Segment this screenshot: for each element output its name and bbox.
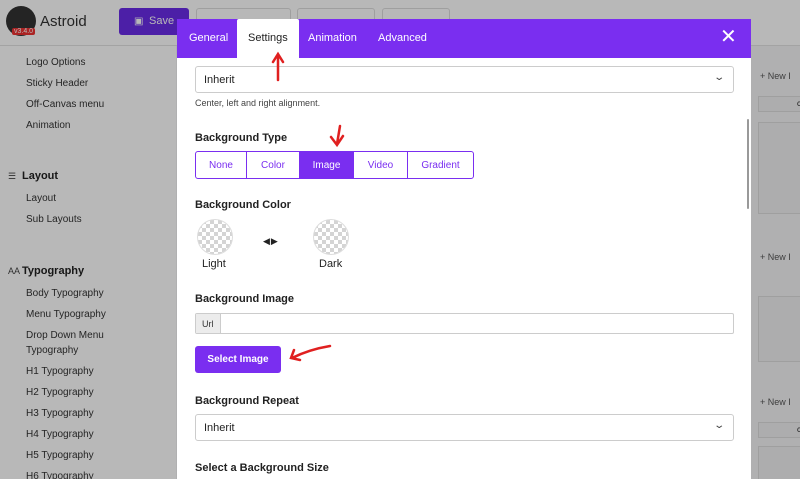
url-prefix: Url [196, 314, 221, 333]
bg-type-none[interactable]: None [196, 152, 247, 178]
bg-type-color[interactable]: Color [247, 152, 300, 178]
alignment-help: Center, left and right alignment. [195, 98, 321, 108]
light-label: Light [202, 258, 226, 270]
background-color-label: Background Color [195, 199, 291, 211]
background-repeat-select[interactable]: Inherit ⌄ [195, 414, 734, 441]
tab-general[interactable]: General [189, 32, 228, 44]
tab-settings[interactable]: Settings [237, 19, 299, 58]
background-image-label: Background Image [195, 293, 295, 305]
settings-modal: General Settings Animation Advanced ✕ In… [177, 19, 751, 479]
tab-animation[interactable]: Animation [308, 32, 357, 44]
swap-colors-icon[interactable]: ◀▶ [263, 236, 279, 247]
light-color-swatch[interactable] [197, 219, 233, 255]
background-image-url-field[interactable]: Url [195, 313, 734, 334]
bg-type-video[interactable]: Video [354, 152, 408, 178]
chevron-down-icon: ⌄ [712, 420, 725, 431]
background-repeat-value: Inherit [204, 422, 235, 434]
background-type-toggle: None Color Image Video Gradient [195, 151, 474, 179]
select-image-button[interactable]: Select Image [195, 346, 281, 373]
dark-label: Dark [319, 258, 343, 270]
annotation-arrow-left-icon [289, 344, 332, 362]
tab-advanced[interactable]: Advanced [378, 32, 427, 44]
background-type-label: Background Type [195, 132, 288, 144]
bg-type-image[interactable]: Image [300, 152, 354, 178]
modal-scrollbar[interactable] [747, 119, 749, 209]
background-repeat-label: Background Repeat [195, 395, 299, 407]
background-size-label: Select a Background Size [195, 462, 329, 474]
chevron-down-icon: ⌄ [712, 72, 725, 83]
close-icon[interactable]: ✕ [720, 27, 737, 47]
modal-tab-bar: General Settings Animation Advanced ✕ [177, 19, 751, 58]
annotation-arrow-down-icon [329, 124, 345, 148]
annotation-arrow-up-icon [271, 51, 285, 82]
bg-type-gradient[interactable]: Gradient [408, 152, 473, 178]
dark-color-swatch[interactable] [313, 219, 349, 255]
alignment-value: Inherit [204, 74, 235, 86]
